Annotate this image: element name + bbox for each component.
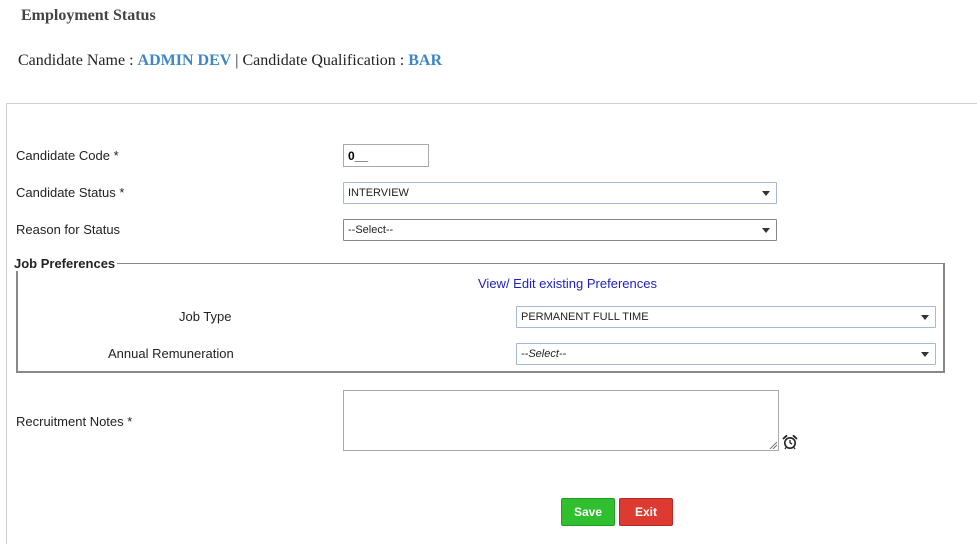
reason-label: Reason for Status <box>16 222 121 237</box>
info-separator: | <box>231 52 243 69</box>
exit-button[interactable]: Exit <box>619 498 673 526</box>
candidate-code-label: Candidate Code * <box>16 148 119 163</box>
candidate-info: Candidate Name : ADMIN DEV | Candidate Q… <box>18 52 442 70</box>
alarm-clock-icon[interactable] <box>782 434 798 450</box>
candidate-status-label: Candidate Status * <box>16 185 125 200</box>
remuneration-select[interactable]: --Select-- <box>516 343 936 365</box>
chevron-down-icon <box>762 190 770 196</box>
candidate-status-select[interactable]: INTERVIEW <box>343 182 777 204</box>
qualification-label: Candidate Qualification : <box>242 52 409 69</box>
page-header: Employment Status Candidate Name : ADMIN… <box>0 0 977 103</box>
view-edit-preferences-link[interactable]: View/ Edit existing Preferences <box>478 276 657 291</box>
job-type-select[interactable]: PERMANENT FULL TIME <box>516 306 936 328</box>
job-type-value: PERMANENT FULL TIME <box>521 311 649 323</box>
reason-value: --Select-- <box>348 224 394 236</box>
qualification-value: BAR <box>408 52 443 69</box>
recruitment-notes-textarea[interactable] <box>343 390 779 451</box>
candidate-code-input[interactable] <box>343 144 429 167</box>
job-preferences-legend: Job Preferences <box>12 256 118 271</box>
recruitment-notes-label: Recruitment Notes * <box>16 414 133 429</box>
save-button[interactable]: Save <box>561 498 615 526</box>
job-type-label: Job Type <box>179 309 232 324</box>
page-title: Employment Status <box>21 7 156 24</box>
candidate-name-value: ADMIN DEV <box>137 52 232 69</box>
candidate-name-label: Candidate Name : <box>18 52 138 69</box>
remuneration-label: Annual Remuneration <box>108 346 234 361</box>
remuneration-value: --Select-- <box>521 348 567 360</box>
chevron-down-icon <box>921 314 929 320</box>
resize-grip-icon[interactable] <box>769 441 777 449</box>
chevron-down-icon <box>921 351 929 357</box>
candidate-status-value: INTERVIEW <box>348 187 409 199</box>
reason-select[interactable]: --Select-- <box>343 219 777 241</box>
chevron-down-icon <box>762 227 770 233</box>
